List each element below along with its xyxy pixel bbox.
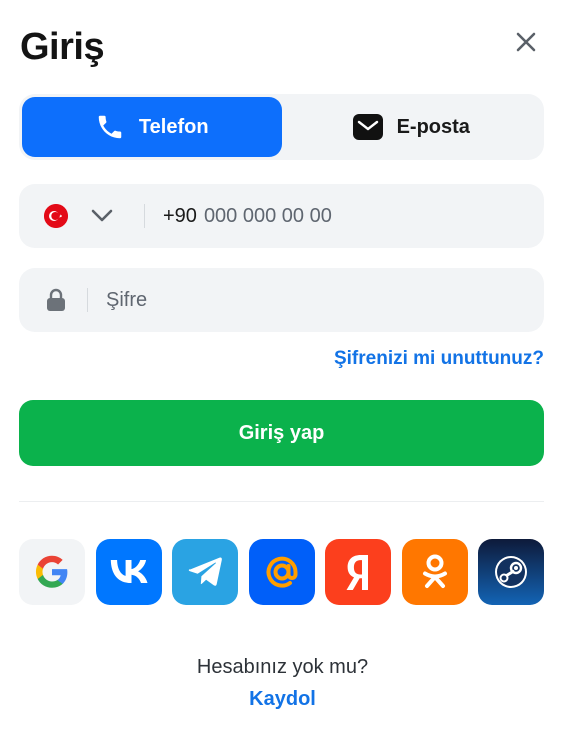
- yandex-icon: [346, 555, 368, 590]
- yandex-login-button[interactable]: [325, 539, 391, 605]
- country-code: +90: [163, 204, 197, 227]
- google-login-button[interactable]: [19, 539, 85, 605]
- page-title: Giriş: [20, 26, 105, 68]
- chevron-down-icon: [91, 209, 113, 222]
- login-method-tabs: Telefon E-posta: [19, 94, 544, 160]
- turkey-flag-icon: [44, 204, 68, 228]
- signup-link[interactable]: Kaydol: [0, 688, 565, 711]
- field-separator: [87, 288, 88, 312]
- tab-phone[interactable]: Telefon: [22, 97, 282, 157]
- phone-input[interactable]: +90 000 000 00 00: [163, 205, 332, 228]
- vk-login-button[interactable]: [95, 539, 162, 605]
- lock-icon: [47, 288, 65, 311]
- field-separator: [144, 204, 145, 228]
- telegram-icon: [188, 557, 222, 586]
- telegram-login-button[interactable]: [172, 539, 238, 605]
- google-icon: [35, 555, 68, 588]
- divider: [19, 501, 544, 502]
- signup-question: Hesabınız yok mu?: [196, 656, 369, 678]
- phone-placeholder: 000 000 00 00: [203, 204, 332, 227]
- envelope-icon: [352, 114, 383, 140]
- tab-email[interactable]: E-posta: [282, 97, 542, 157]
- steam-icon: [495, 556, 527, 588]
- close-icon: [516, 32, 536, 52]
- mailru-login-button[interactable]: [248, 539, 315, 605]
- tab-email-label: E-posta: [396, 115, 470, 138]
- forgot-password-link[interactable]: Şifrenizi mi unuttunuz?: [334, 348, 544, 370]
- phone-icon: [98, 115, 122, 139]
- password-input[interactable]: Şifre: [106, 289, 147, 312]
- phone-field: +90 000 000 00 00: [19, 184, 544, 248]
- login-button[interactable]: Giriş yap: [19, 400, 544, 466]
- tab-phone-label: Telefon: [138, 115, 209, 138]
- country-dropdown[interactable]: [90, 204, 114, 228]
- steam-login-button[interactable]: [478, 539, 544, 605]
- odnoklassniki-icon: [422, 554, 447, 588]
- mail-ru-icon: [266, 556, 297, 588]
- password-field: Şifre: [19, 268, 544, 332]
- social-login-row: [19, 539, 544, 605]
- close-button[interactable]: [512, 28, 540, 56]
- vk-icon: [110, 560, 147, 583]
- odnoklassniki-login-button[interactable]: [401, 539, 468, 605]
